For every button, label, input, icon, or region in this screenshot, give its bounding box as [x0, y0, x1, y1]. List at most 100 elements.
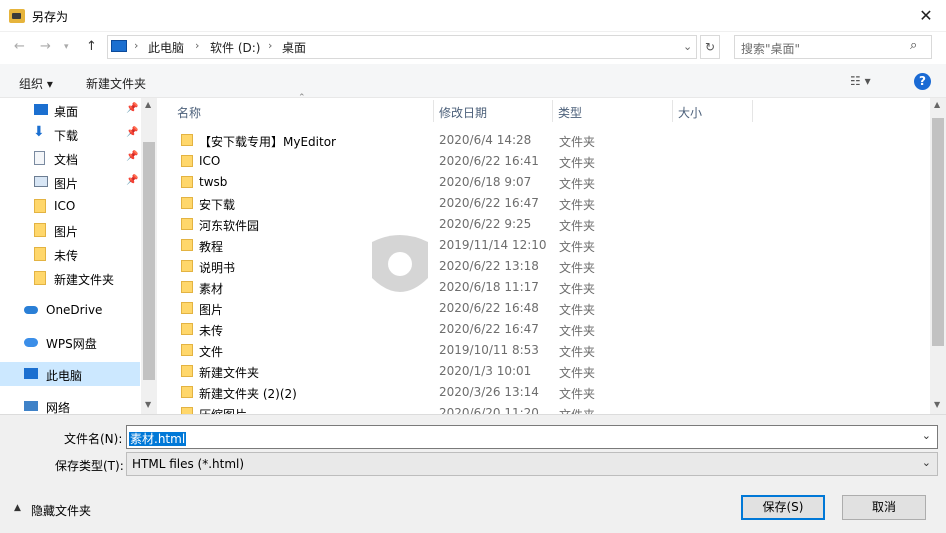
- view-options-icon[interactable]: ☷ ▾: [850, 74, 871, 88]
- column-header-row: [158, 98, 930, 124]
- nav-item-folder-untransferred[interactable]: 未传: [0, 242, 140, 266]
- pin-icon: 📌: [126, 175, 139, 186]
- filename-label: 文件名(N):: [64, 432, 123, 446]
- save-dialog-icon: [9, 9, 25, 23]
- new-folder-button[interactable]: 新建文件夹: [86, 75, 146, 92]
- file-type: 文件夹: [559, 406, 595, 414]
- save-button[interactable]: 保存(S): [741, 495, 825, 520]
- network-icon: [24, 401, 38, 411]
- chevron-up-icon[interactable]: ▲: [14, 503, 21, 513]
- forward-arrow-icon[interactable]: →: [40, 39, 51, 54]
- file-name: 教程: [199, 240, 224, 254]
- nav-item-onedrive[interactable]: OneDrive: [0, 298, 140, 322]
- desktop-icon: [34, 104, 48, 115]
- organize-button[interactable]: 组织 ▾: [19, 75, 53, 92]
- nav-item-thispc[interactable]: 此电脑: [0, 362, 140, 386]
- folder-icon: [181, 239, 193, 251]
- file-date: 2020/3/26 13:14: [439, 385, 539, 399]
- scroll-down-icon[interactable]: ▼: [934, 400, 940, 409]
- up-arrow-icon[interactable]: ↑: [86, 39, 97, 54]
- list-scrollbar[interactable]: ▲ ▼: [930, 98, 946, 414]
- folder-icon: [34, 247, 46, 261]
- table-row[interactable]: 压缩图片 2020/6/20 11:20 文件夹: [175, 403, 930, 414]
- breadcrumb-desktop[interactable]: 桌面: [282, 39, 306, 56]
- file-date: 2020/1/3 10:01: [439, 364, 532, 378]
- nav-item-folder-pictures[interactable]: 图片: [0, 218, 140, 242]
- nav-item-wps[interactable]: WPS网盘: [0, 330, 140, 354]
- scroll-up-icon[interactable]: ▲: [934, 100, 940, 109]
- file-type: 文件夹: [559, 387, 596, 401]
- column-divider[interactable]: [672, 100, 673, 122]
- filetype-label: 保存类型(T):: [55, 459, 124, 473]
- column-divider[interactable]: [752, 100, 753, 122]
- nav-label: 图片: [54, 225, 79, 239]
- nav-label: ICO: [54, 199, 76, 213]
- folder-icon: [181, 365, 193, 377]
- this-pc-icon: [111, 40, 127, 52]
- file-name: 安下载: [199, 198, 236, 212]
- nav-label: 新建文件夹: [54, 273, 115, 287]
- refresh-icon[interactable]: ↻: [700, 35, 720, 59]
- file-type: 文件夹: [559, 198, 596, 212]
- column-date[interactable]: 修改日期: [439, 104, 487, 121]
- list-scroll-thumb[interactable]: [932, 118, 944, 346]
- hide-folders-toggle[interactable]: 隐藏文件夹: [31, 502, 91, 519]
- scroll-up-icon[interactable]: ▲: [145, 100, 151, 109]
- nav-item-desktop[interactable]: 桌面 📌: [0, 98, 140, 122]
- recent-chevron-icon[interactable]: ▾: [64, 42, 69, 52]
- table-row[interactable]: 新建文件夹 2020/1/3 10:01 文件夹: [175, 361, 930, 382]
- file-name: 河东软件园: [199, 219, 260, 233]
- filename-input[interactable]: 素材.html ⌄: [126, 425, 938, 449]
- download-icon: ⬇: [33, 124, 45, 140]
- chevron-down-icon[interactable]: ⌄: [922, 429, 931, 442]
- document-icon: [34, 151, 45, 165]
- table-row[interactable]: twsb 2020/6/18 9:07 文件夹: [175, 172, 930, 193]
- column-type[interactable]: 类型: [558, 104, 582, 121]
- file-date: 2020/6/4 14:28: [439, 133, 532, 147]
- nav-item-documents[interactable]: 文档 📌: [0, 146, 140, 170]
- table-row[interactable]: 安下载 2020/6/22 16:47 文件夹: [175, 193, 930, 214]
- nav-item-folder-ico[interactable]: ICO: [0, 194, 140, 218]
- table-row[interactable]: 【安下载专用】MyEditor 2020/6/4 14:28 文件夹: [175, 130, 930, 151]
- breadcrumb-thispc[interactable]: 此电脑: [148, 39, 184, 56]
- folder-icon: [181, 386, 193, 398]
- close-button[interactable]: ✕: [906, 0, 946, 32]
- folder-icon: [181, 302, 193, 314]
- table-row[interactable]: ICO 2020/6/22 16:41 文件夹: [175, 151, 930, 172]
- nav-scrollbar[interactable]: ▲ ▼: [141, 98, 157, 414]
- file-date: 2020/6/22 16:47: [439, 196, 539, 210]
- nav-scroll-thumb[interactable]: [143, 142, 155, 380]
- nav-item-folder-new[interactable]: 新建文件夹: [0, 266, 140, 290]
- nav-item-download[interactable]: ⬇ 下载 📌: [0, 122, 140, 146]
- file-name: 说明书: [199, 261, 236, 275]
- nav-label: 文档: [54, 153, 79, 167]
- file-name: 素材: [199, 282, 224, 296]
- column-size[interactable]: 大小: [678, 104, 702, 121]
- nav-label: WPS网盘: [46, 337, 97, 351]
- file-type: 文件夹: [559, 345, 596, 359]
- folder-icon: [181, 134, 193, 146]
- scroll-down-icon[interactable]: ▼: [145, 400, 151, 409]
- chevron-down-icon[interactable]: ⌄: [922, 456, 931, 469]
- column-name[interactable]: 名称: [177, 104, 201, 121]
- back-arrow-icon[interactable]: ←: [14, 39, 25, 54]
- help-icon[interactable]: ?: [914, 73, 931, 90]
- folder-icon: [181, 323, 193, 335]
- breadcrumb-drive[interactable]: 软件 (D:): [210, 39, 260, 56]
- table-row[interactable]: 文件 2019/10/11 8:53 文件夹: [175, 340, 930, 361]
- column-divider[interactable]: [552, 100, 553, 122]
- nav-label: 未传: [54, 249, 79, 263]
- folder-icon: [181, 197, 193, 209]
- pin-icon: 📌: [126, 127, 139, 138]
- file-date: 2019/10/11 8:53: [439, 343, 539, 357]
- filetype-select[interactable]: HTML files (*.html) ⌄: [126, 452, 938, 476]
- nav-label: 桌面: [54, 105, 79, 119]
- nav-item-pictures[interactable]: 图片 📌: [0, 170, 140, 194]
- column-divider[interactable]: [433, 100, 434, 122]
- pin-icon: 📌: [126, 151, 139, 162]
- address-dropdown-icon[interactable]: ⌄: [683, 40, 692, 53]
- table-row[interactable]: 新建文件夹 (2)(2) 2020/3/26 13:14 文件夹: [175, 382, 930, 403]
- table-row[interactable]: 未传 2020/6/22 16:47 文件夹: [175, 319, 930, 340]
- cancel-button[interactable]: 取消: [842, 495, 926, 520]
- title-bar: [0, 0, 946, 32]
